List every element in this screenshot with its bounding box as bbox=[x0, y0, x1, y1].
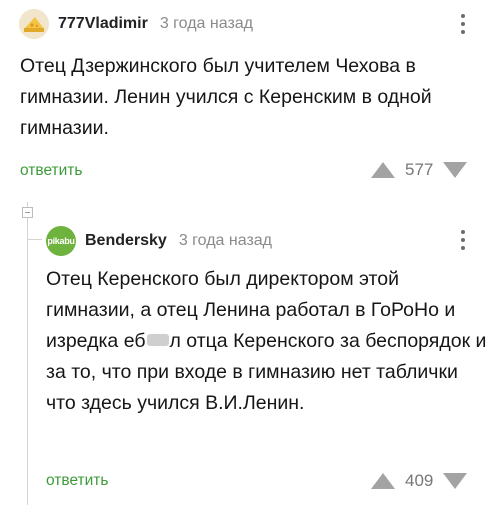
comment-time[interactable]: 3 года назад bbox=[179, 232, 272, 250]
rating-control: 409 bbox=[371, 471, 468, 491]
thread-connector bbox=[28, 239, 42, 240]
comment-time[interactable]: 3 года назад bbox=[160, 15, 253, 33]
censored-word-mark bbox=[146, 334, 169, 346]
reply-button[interactable]: ответить bbox=[20, 162, 82, 180]
author-name[interactable]: 777Vladimir bbox=[58, 15, 148, 33]
comment-2-header: pikabu Bendersky 3 года назад bbox=[46, 226, 272, 256]
pikabu-logo: pikabu bbox=[47, 236, 75, 246]
thread-line bbox=[27, 218, 28, 505]
comment-1-header: 777Vladimir 3 года назад bbox=[19, 9, 253, 39]
comment-text: Отец Дзержинского был учителем Чехова в … bbox=[20, 55, 432, 139]
more-options-icon[interactable] bbox=[460, 14, 466, 34]
downvote-icon[interactable] bbox=[443, 473, 468, 489]
upvote-icon[interactable] bbox=[371, 162, 395, 178]
rating-control: 577 bbox=[371, 160, 468, 180]
reply-button[interactable]: ответить bbox=[46, 472, 108, 490]
downvote-icon[interactable] bbox=[443, 162, 468, 178]
more-options-icon[interactable] bbox=[460, 230, 466, 250]
avatar[interactable] bbox=[19, 9, 49, 39]
rating-value: 409 bbox=[405, 471, 434, 490]
author-name[interactable]: Bendersky bbox=[85, 232, 167, 250]
upvote-icon[interactable] bbox=[371, 473, 395, 489]
collapse-thread-icon[interactable] bbox=[22, 207, 33, 218]
avatar[interactable]: pikabu bbox=[46, 226, 76, 256]
cheese-icon bbox=[19, 9, 49, 39]
rating-value: 577 bbox=[405, 160, 434, 179]
comment-text: Отец Керенского был директором этой гимн… bbox=[46, 264, 492, 419]
